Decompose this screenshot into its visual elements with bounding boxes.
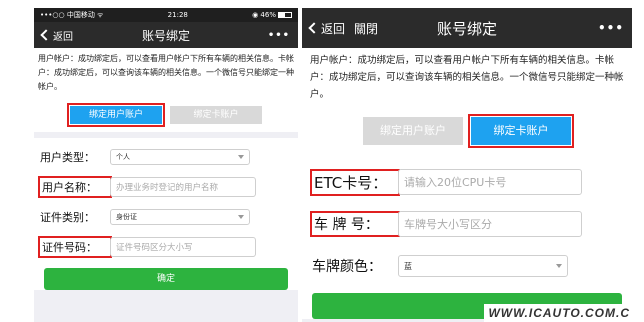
tab-bind-user-account[interactable]: 绑定用户账户	[67, 103, 165, 127]
page-title: 账号绑定	[141, 28, 190, 43]
user-name-row: 用户名称： 办理业务时登记的用户名称	[38, 172, 292, 202]
user-type-row: 用户类型： 个人	[40, 142, 292, 172]
plate-number-row: 车 牌 号： 车牌号大小写区分	[310, 203, 622, 245]
id-type-label: 证件类别：	[40, 211, 95, 224]
back-label: 返回	[53, 31, 73, 43]
dropdown-arrow-icon	[556, 264, 562, 268]
plate-number-label: 车 牌 号：	[310, 211, 400, 237]
plate-number-input[interactable]: 车牌号大小写区分	[398, 211, 582, 237]
battery-text: ◉ 46%	[252, 11, 276, 19]
more-menu-button[interactable]: •••	[598, 21, 624, 35]
close-button[interactable]: 關閉	[354, 20, 378, 37]
tab-bind-user-account[interactable]: 绑定用户账户	[363, 117, 463, 145]
user-type-select[interactable]: 个人	[110, 149, 250, 165]
battery-indicator: ◉ 46%	[252, 11, 292, 19]
card-account-form: ETC卡号： 请输入20位CPU卡号 车 牌 号： 车牌号大小写区分 车牌颜色：…	[302, 155, 632, 319]
etc-card-row: ETC卡号： 请输入20位CPU卡号	[310, 161, 622, 203]
tab-bind-card-account[interactable]: 绑定卡账户	[468, 114, 574, 148]
dropdown-arrow-icon	[238, 155, 244, 159]
plate-color-row: 车牌颜色： 蓝	[312, 245, 622, 287]
back-label: 返回	[321, 21, 346, 36]
binding-notice: 用户帐户：成功绑定后，可以查看用户帐户下所有车辆的相关信息。卡帐户：成功绑定后，…	[302, 48, 632, 109]
confirm-button[interactable]: 确定	[44, 268, 288, 290]
phone-user-account: •••○○ 中国移动 ᯤ 21:28 ◉ 46% 返回 账号绑定 ••• 用户帐…	[34, 8, 298, 322]
back-button[interactable]: 返回	[40, 28, 73, 43]
user-type-value: 个人	[116, 153, 130, 161]
more-menu-button[interactable]: •••	[268, 30, 290, 41]
site-watermark: WWW.ICAUTO.COM.C	[484, 304, 634, 322]
nav-bar: 返回 關閉 账号绑定 •••	[302, 8, 632, 48]
account-type-tabs: 绑定用户账户 绑定卡账户	[302, 109, 632, 155]
plate-color-select[interactable]: 蓝	[398, 255, 568, 277]
id-number-row: 证件号码： 证件号码区分大小写	[38, 232, 292, 262]
chevron-left-icon	[40, 29, 52, 41]
chevron-left-icon	[308, 22, 320, 34]
status-bar: •••○○ 中国移动 ᯤ 21:28 ◉ 46%	[34, 8, 298, 22]
id-type-row: 证件类别： 身份证	[40, 202, 292, 232]
id-type-select[interactable]: 身份证	[110, 209, 250, 225]
id-number-input[interactable]: 证件号码区分大小写	[110, 237, 256, 257]
user-name-label: 用户名称：	[38, 176, 112, 198]
account-type-tabs: 绑定用户账户 绑定卡账户	[34, 100, 298, 132]
nav-bar: 返回 账号绑定 •••	[34, 22, 298, 48]
screenshot-comparison: •••○○ 中国移动 ᯤ 21:28 ◉ 46% 返回 账号绑定 ••• 用户帐…	[0, 0, 644, 322]
battery-icon	[277, 12, 292, 18]
back-button[interactable]: 返回 關閉	[308, 20, 378, 37]
tab-bind-card-account[interactable]: 绑定卡账户	[170, 106, 262, 124]
id-type-value: 身份证	[116, 213, 137, 221]
phone-card-account: 返回 關閉 账号绑定 ••• 用户帐户：成功绑定后，可以查看用户帐户下所有车辆的…	[302, 8, 632, 322]
plate-color-label: 车牌颜色：	[312, 259, 382, 275]
dropdown-arrow-icon	[238, 215, 244, 219]
id-number-label: 证件号码：	[38, 236, 112, 258]
status-time: 21:28	[167, 11, 188, 19]
etc-card-label: ETC卡号：	[310, 168, 400, 196]
user-name-input[interactable]: 办理业务时登记的用户名称	[110, 177, 256, 197]
user-account-form: 用户类型： 个人 用户名称： 办理业务时登记的用户名称 证件类别： 身份证 证件…	[34, 138, 298, 290]
binding-notice: 用户帐户：成功绑定后，可以查看用户帐户下所有车辆的相关信息。卡帐户：成功绑定后，…	[34, 48, 298, 100]
etc-card-input[interactable]: 请输入20位CPU卡号	[398, 169, 582, 195]
plate-color-value: 蓝	[404, 261, 412, 271]
carrier-signal: •••○○ 中国移动 ᯤ	[40, 11, 104, 19]
user-type-label: 用户类型：	[40, 151, 95, 164]
